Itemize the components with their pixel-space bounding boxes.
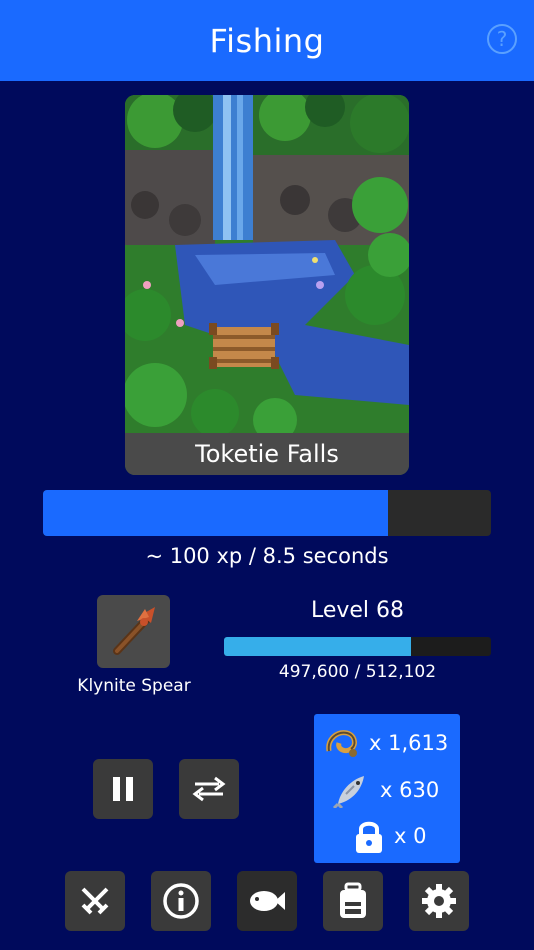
fish-count: x 630 <box>380 778 440 802</box>
xp-progress-text: 497,600 / 512,102 <box>278 662 437 682</box>
info-icon <box>163 883 199 919</box>
settings-icon <box>422 884 456 918</box>
app-header: Fishing ? <box>0 0 534 81</box>
xp-progress-bar <box>224 637 491 656</box>
combat-icon <box>81 887 109 915</box>
lock-icon <box>356 821 382 853</box>
locked-count: x 0 <box>394 824 427 848</box>
tool-name: Klynite Spear <box>77 676 191 696</box>
swap-location-button[interactable] <box>179 759 239 819</box>
fishing-icon <box>250 891 285 911</box>
nav-settings-button[interactable] <box>409 871 469 931</box>
spear-icon <box>113 607 155 655</box>
help-glyph: ? <box>496 27 508 51</box>
pause-button[interactable] <box>93 759 153 819</box>
skill-level: Level 68 <box>310 598 405 623</box>
nav-backpack-button[interactable] <box>323 871 383 931</box>
bait-count: x 1,613 <box>369 731 449 755</box>
location-card[interactable]: Toketie Falls <box>125 95 409 475</box>
inventory-row-bait: x 1,613 <box>314 723 460 763</box>
page-title: Fishing <box>209 21 325 60</box>
help-icon[interactable]: ? <box>487 24 517 54</box>
bait-icon <box>326 730 357 757</box>
pause-icon <box>113 777 133 801</box>
inventory-panel[interactable]: x 1,613 x 630 x 0 <box>314 714 460 863</box>
tool-slot[interactable] <box>97 595 170 668</box>
swap-arrows-icon <box>192 776 226 802</box>
location-name: Toketie Falls <box>125 433 409 475</box>
nav-combat-button[interactable] <box>65 871 125 931</box>
inventory-row-fish: x 630 <box>314 770 460 810</box>
nav-info-button[interactable] <box>151 871 211 931</box>
nav-fishing-button[interactable] <box>237 871 297 931</box>
waterfall-scene-image <box>125 95 409 433</box>
fish-icon <box>332 776 364 808</box>
action-progress-bar <box>43 490 491 536</box>
inventory-row-locked: x 0 <box>314 816 460 856</box>
action-progress-fill <box>43 490 388 536</box>
xp-progress-fill <box>224 637 411 656</box>
xp-rate: ~ 100 xp / 8.5 seconds <box>145 544 389 568</box>
backpack-icon <box>340 882 366 918</box>
